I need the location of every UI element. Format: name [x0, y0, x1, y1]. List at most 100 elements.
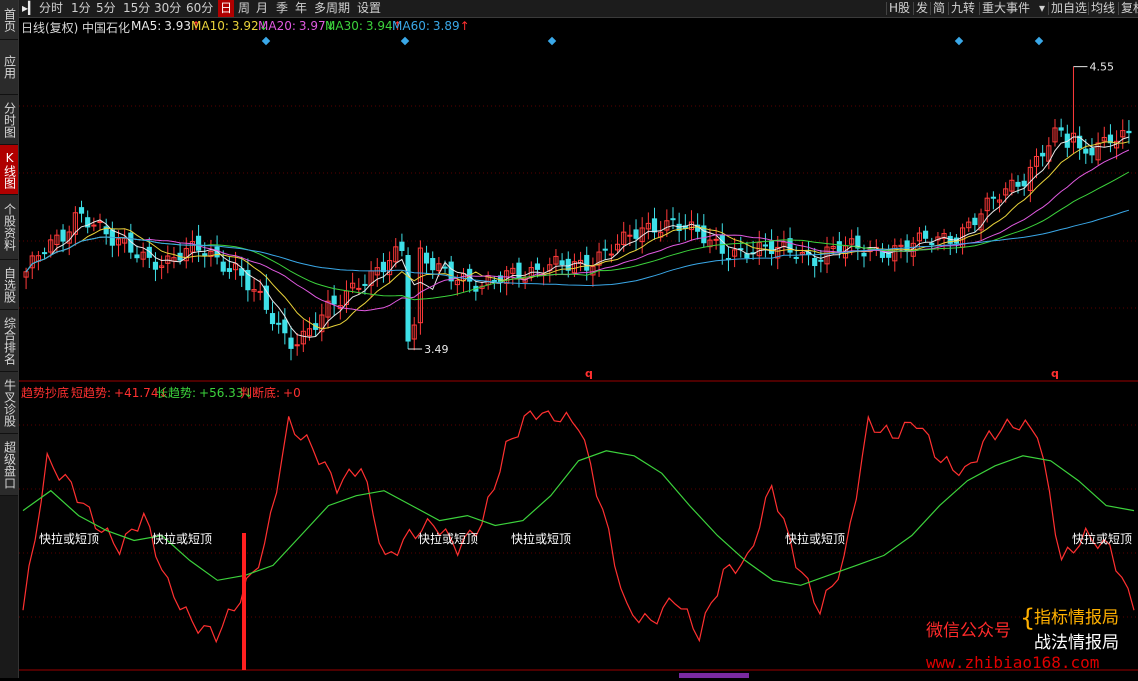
candle-body — [633, 229, 639, 239]
candle-body — [257, 290, 263, 293]
candle-body — [923, 230, 929, 239]
candle-body — [787, 238, 793, 253]
toolbar-period-2[interactable]: 5分 — [96, 0, 116, 17]
toolbar-period-12[interactable]: 设置 — [357, 0, 381, 17]
sidebar-item-3[interactable]: K线图 — [0, 145, 18, 195]
indicator-legend-0: 短趋势: +41.74↓ — [71, 384, 169, 401]
indicator-label: 长趋势: — [156, 386, 197, 400]
candle-body — [1083, 148, 1089, 154]
indicator-label: 判断底: — [240, 386, 281, 400]
toolbar-period-7[interactable]: 周 — [238, 0, 250, 17]
watermark-wechat-label: 微信公众号 — [926, 621, 1011, 641]
toolbar-separator — [979, 2, 980, 15]
q-marker: q — [1051, 367, 1059, 380]
ma-line-ma5 — [25, 136, 1130, 338]
watermark-line1: 指标情报局 — [1034, 608, 1119, 628]
kline-chart-svg[interactable]: 4.55 3.49 q q 快拉或短顶 快拉或短顶 快拉或短顶 快拉或短顶 快拉或短顶 快拉或短顶 — [19, 18, 1138, 678]
toolbar-period-8[interactable]: 月 — [256, 0, 268, 17]
candle-body — [282, 319, 288, 334]
watermark-url: www.zhibiao168.com — [926, 653, 1100, 672]
long-trend-line — [22, 450, 1135, 586]
event-diamond-icon[interactable] — [400, 36, 410, 46]
toolbar-period-3[interactable]: 15分 — [123, 0, 150, 17]
candle-body — [399, 241, 405, 251]
sidebar-item-4[interactable]: 个股资料 — [0, 195, 18, 260]
candle-body — [762, 244, 768, 247]
toolbar-right-3[interactable]: 九转 — [951, 0, 975, 17]
ma-trend-arrow-icon: ↑ — [459, 19, 470, 33]
toolbar-period-4[interactable]: 30分 — [154, 0, 181, 17]
candle-body — [1015, 181, 1021, 187]
sidebar-item-5[interactable]: 自选股 — [0, 260, 18, 310]
low-price-label: 3.49 — [424, 343, 449, 356]
candle-body — [196, 235, 202, 251]
candle-body — [1089, 147, 1095, 156]
candle-body — [818, 259, 824, 262]
candle-body — [627, 234, 633, 237]
toolbar-separator — [1048, 2, 1049, 15]
candle-body — [331, 295, 337, 305]
chart-area[interactable]: 4.55 3.49 q q 快拉或短顶 快拉或短顶 快拉或短顶 快拉或短顶 快拉或短顶 快拉或短顶 — [19, 18, 1138, 678]
toolbar-period-0[interactable]: 分时 — [39, 0, 63, 17]
event-diamond-icon[interactable] — [1034, 36, 1044, 46]
toolbar-right-6[interactable]: 均线 — [1091, 0, 1115, 17]
ma-line-ma10 — [25, 141, 1130, 330]
sidebar-item-0[interactable]: 首页 — [0, 0, 18, 40]
event-diamond-icon[interactable] — [261, 36, 271, 46]
event-diamond-icon[interactable] — [547, 36, 557, 46]
toolbar-period-6[interactable]: 日 — [218, 0, 235, 17]
signal-label: 快拉或短顶 — [511, 531, 571, 546]
ma-legend-value: 3.93 — [164, 19, 191, 33]
event-diamond-icon[interactable] — [954, 36, 964, 46]
candle-body — [380, 261, 387, 273]
sidebar-item-1[interactable]: 应用 — [0, 40, 18, 95]
candle-body — [226, 268, 232, 272]
toolbar-right-5[interactable]: 加自选 — [1051, 0, 1087, 17]
candle-body — [269, 313, 276, 325]
ma-line-ma30 — [25, 171, 1130, 301]
ma-legend-label: MA5: — [131, 19, 162, 33]
toolbar-right-4[interactable]: 重大事件 — [982, 0, 1030, 17]
toolbar-period-1[interactable]: 1分 — [71, 0, 91, 17]
candle-body — [362, 283, 368, 286]
toolbar-period-10[interactable]: 年 — [295, 0, 307, 17]
candle-body — [202, 253, 208, 257]
toolbar-separator — [930, 2, 931, 15]
sidebar-item-2[interactable]: 分时图 — [0, 95, 18, 145]
toolbar-right-0[interactable]: H股 — [889, 0, 910, 17]
ma-legend-value: 3.89 — [432, 19, 460, 33]
candle-body — [356, 287, 362, 290]
toolbar-right-7[interactable]: 复权 — [1121, 0, 1138, 17]
sidebar-item-7[interactable]: 牛叉诊股 — [0, 372, 18, 434]
ma-legend-1: MA10: 3.92↓ — [191, 19, 269, 33]
signal-label: 快拉或短顶 — [785, 531, 845, 546]
toolbar-right-2[interactable]: 简 — [933, 0, 945, 17]
period-toolbar: ▸▎ 分时 1分 5分 15分 30分 60分日周月季年多周期 设置 H股发简九转 重大事件 加自… — [19, 0, 1138, 18]
sidebar-item-6[interactable]: 综合排名 — [0, 310, 18, 372]
ma-legend-2: MA20: 3.97↓ — [258, 19, 336, 33]
toolbar-separator — [913, 2, 914, 15]
dropdown-icon[interactable]: ▾ — [1039, 0, 1045, 17]
expand-icon[interactable]: ▸▎ — [22, 0, 37, 17]
left-sidebar: 首页 应用 分时图 K线图 个股资料 自选股 综合排名 牛叉诊股 超级盘口 — [0, 0, 19, 678]
candle-body — [861, 252, 867, 257]
toolbar-period-9[interactable]: 季 — [276, 0, 288, 17]
indicator-legend-1: 长趋势: +56.33↓ — [156, 384, 254, 401]
toolbar-right-1[interactable]: 发 — [916, 0, 928, 17]
candle-body — [651, 218, 658, 233]
candle-body — [276, 322, 282, 325]
ma-legend-4: MA60: 3.89↑ — [392, 19, 470, 33]
candle-body — [1058, 127, 1064, 131]
candle-body — [134, 254, 140, 259]
toolbar-period-11[interactable]: 多周期 — [314, 0, 350, 17]
candle-body — [220, 261, 226, 272]
candle-body — [608, 253, 614, 256]
signal-label: 快拉或短顶 — [418, 531, 478, 546]
sidebar-item-8[interactable]: 超级盘口 — [0, 434, 18, 496]
ma-legend-label: MA20: — [258, 19, 296, 33]
candle-body — [294, 344, 300, 347]
candle-body — [670, 218, 676, 221]
candle-body — [41, 252, 48, 255]
ma-legend-value: 3.92 — [231, 19, 259, 33]
toolbar-period-5[interactable]: 60分 — [186, 0, 213, 17]
